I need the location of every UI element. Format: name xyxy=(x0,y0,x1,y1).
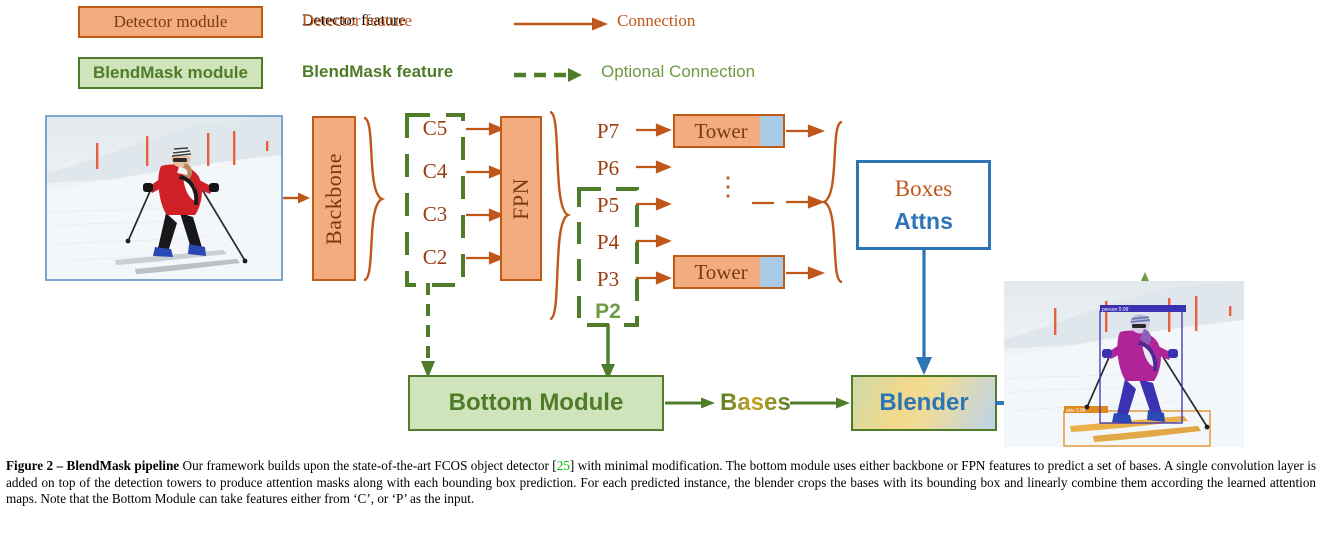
legend-optional-connection-arrow-icon xyxy=(514,68,582,82)
feature-label-c3: C3 xyxy=(422,202,448,226)
backbone-label: Backbone xyxy=(321,152,346,245)
legend-connection-arrow-icon xyxy=(514,17,608,31)
input-image xyxy=(45,115,283,281)
connection-p2-to-bottom-module xyxy=(601,324,615,380)
arrows-towers-to-brace xyxy=(786,124,826,280)
caption-figure-title: BlendMask pipeline xyxy=(66,458,180,473)
arrows-p-to-towers xyxy=(636,123,672,285)
tower-top[interactable]: Tower xyxy=(673,114,785,148)
feature-label-c4: C4 xyxy=(422,159,448,183)
p-features-group-box xyxy=(577,187,639,327)
svg-text:person 0.99: person 0.99 xyxy=(1102,307,1129,313)
caption-figure-label: Figure 2 – xyxy=(6,458,67,473)
fpn-label: FPN xyxy=(508,177,533,220)
boxes-attns-output[interactable]: Boxes Attns xyxy=(856,160,991,250)
legend-blendmask-module-label: BlendMask module xyxy=(93,63,248,82)
caption-reference-link[interactable]: 25 xyxy=(557,458,570,473)
brace-backbone-outputs xyxy=(363,116,385,282)
caption-part1: Our framework builds upon the state-of-t… xyxy=(179,458,557,473)
arrow-input-to-backbone xyxy=(283,192,310,204)
legend-blendmask-module-box: BlendMask module xyxy=(78,57,263,89)
towers-ellipsis: ⋮ xyxy=(715,172,741,201)
legend-detector-module-label: Detector module xyxy=(113,12,228,31)
tower-bottom-label: Tower xyxy=(694,259,748,284)
bases-label: Bases xyxy=(720,389,791,416)
legend-blendmask-feature-text: BlendMask feature xyxy=(302,62,454,81)
legend-detector-module-box: Detector module xyxy=(78,6,263,38)
boxes-label: Boxes xyxy=(894,175,953,201)
arrows-c-to-fpn xyxy=(466,122,504,265)
fpn-module[interactable]: FPN xyxy=(500,116,542,281)
arrow-boxes-attns-to-blender xyxy=(916,249,932,375)
brace-fpn-outputs xyxy=(549,110,571,321)
arrow-middle-tower-output xyxy=(752,201,774,205)
attns-label: Attns xyxy=(894,207,953,234)
arrow-bases-to-blender xyxy=(790,397,850,409)
feature-label-c5: C5 xyxy=(422,116,448,140)
bottom-module-label: Bottom Module xyxy=(448,389,624,416)
optional-connection-c-to-bottom-module xyxy=(421,283,435,378)
feature-label-c2: C2 xyxy=(422,245,448,269)
blender-module[interactable]: Blender xyxy=(851,375,997,431)
legend-connection-label: Connection xyxy=(617,11,696,30)
legend-detector-feature-text: Detector feature xyxy=(302,11,412,30)
tower-top-label: Tower xyxy=(694,118,748,143)
brace-detection-outputs xyxy=(822,120,843,284)
backbone-module[interactable]: Backbone xyxy=(312,116,356,281)
figure-caption: Figure 2 – BlendMask pipeline Our framew… xyxy=(6,458,1316,508)
bottom-module[interactable]: Bottom Module xyxy=(408,375,664,431)
blender-label: Blender xyxy=(879,389,969,416)
feature-label-p6: P6 xyxy=(596,156,620,180)
feature-label-p7: P7 xyxy=(596,119,620,143)
legend-optional-connection-label: Optional Connection xyxy=(601,62,756,81)
svg-text:skis 0.86: skis 0.86 xyxy=(1066,408,1086,414)
arrow-bottom-module-to-bases xyxy=(665,397,715,409)
tower-bottom[interactable]: Tower xyxy=(673,255,785,289)
output-image: skis 0.86 person 0.99 xyxy=(1004,281,1244,447)
